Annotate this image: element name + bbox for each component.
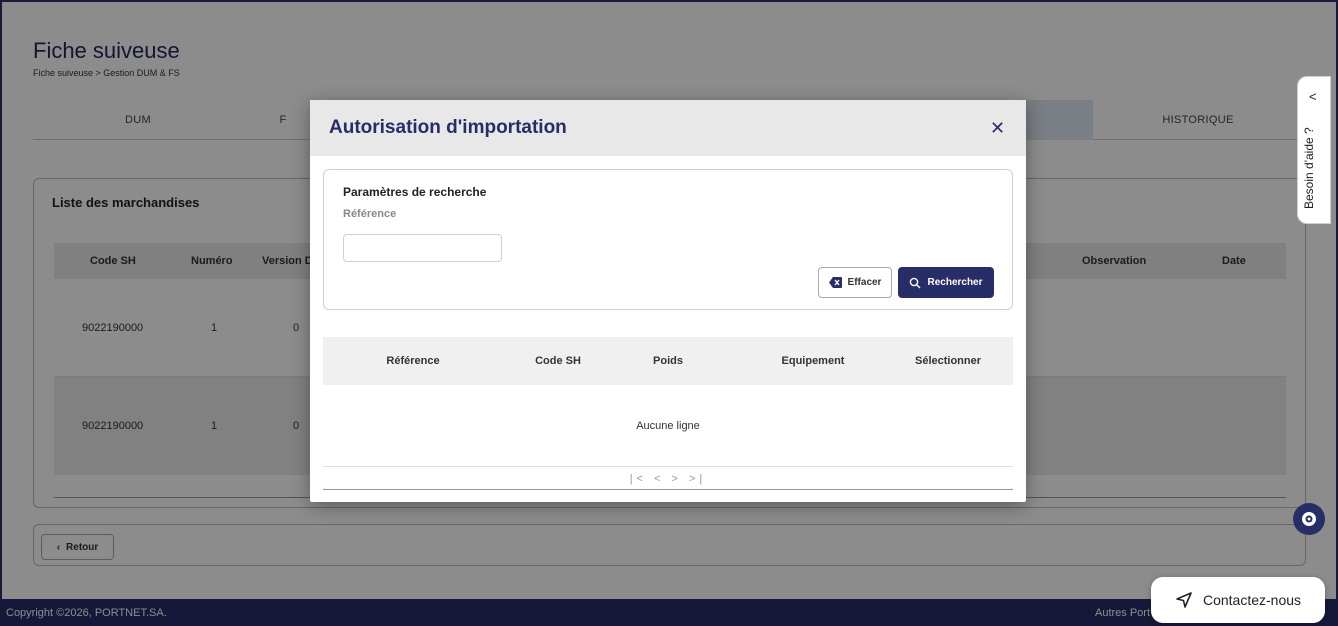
import-authorization-modal: Autorisation d'importation ✕ Paramètres … <box>310 100 1026 502</box>
help-label: Besoin d'aide ? <box>1302 127 1316 209</box>
send-icon <box>1176 592 1192 608</box>
clear-label: Effacer <box>847 277 882 288</box>
col-reference[interactable]: Référence <box>363 337 463 385</box>
clear-button[interactable]: Effacer <box>818 267 892 298</box>
col-poids[interactable]: Poids <box>633 337 703 385</box>
help-tab[interactable]: < Besoin d'aide ? <box>1297 76 1331 224</box>
search-label: Rechercher <box>927 277 983 288</box>
empty-message: Aucune ligne <box>323 385 1013 467</box>
modal-header: Autorisation d'importation ✕ <box>310 100 1026 156</box>
accessibility-button[interactable] <box>1293 503 1325 535</box>
reference-input[interactable] <box>343 234 502 262</box>
chevron-left-icon: < <box>1309 89 1317 104</box>
col-code-sh[interactable]: Code SH <box>523 337 593 385</box>
col-selectionner[interactable]: Sélectionner <box>898 337 998 385</box>
contact-button[interactable]: Contactez-nous <box>1151 577 1325 623</box>
close-icon[interactable]: ✕ <box>990 118 1005 139</box>
search-title: Paramètres de recherche <box>343 185 487 199</box>
search-parameters: Paramètres de recherche Référence Efface… <box>323 169 1013 310</box>
pagination[interactable]: |< < > >| <box>323 468 1013 490</box>
eye-icon <box>1302 512 1316 526</box>
results-table-header: Référence Code SH Poids Equipement Sélec… <box>323 337 1013 385</box>
col-equipement[interactable]: Equipement <box>763 337 863 385</box>
contact-label: Contactez-nous <box>1202 592 1302 608</box>
backspace-icon <box>828 277 842 288</box>
search-icon <box>910 277 921 288</box>
modal-title: Autorisation d'importation <box>329 117 567 138</box>
search-button[interactable]: Rechercher <box>898 267 994 298</box>
reference-label: Référence <box>343 208 397 220</box>
